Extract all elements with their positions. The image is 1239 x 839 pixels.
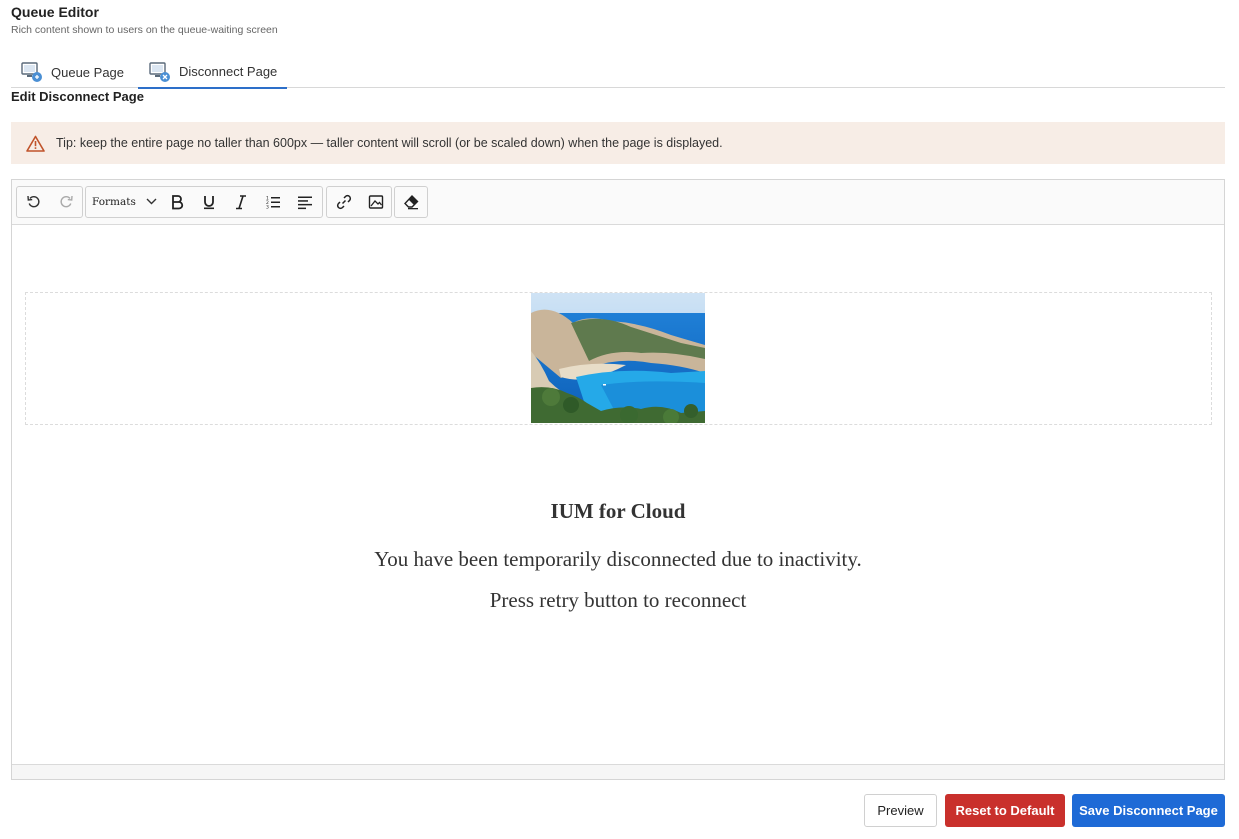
rich-text-editor: Formats 1 2 3 IUM for Cloud You have bee… — [11, 179, 1225, 780]
content-instruction: Press retry button to reconnect — [489, 588, 747, 612]
editor-toolbar: Formats 1 2 3 — [12, 180, 1224, 225]
history-group — [16, 186, 83, 218]
align-left-button[interactable] — [289, 187, 321, 217]
preview-button[interactable]: Preview — [864, 794, 937, 827]
italic-icon — [236, 195, 246, 210]
image-container — [25, 292, 1212, 425]
formats-dropdown[interactable]: Formats — [86, 187, 162, 217]
content-title: IUM for Cloud — [550, 499, 686, 523]
section-title: Edit Disconnect Page — [11, 89, 144, 104]
svg-text:3: 3 — [266, 205, 269, 211]
formats-label: Formats — [92, 196, 136, 208]
undo-icon — [27, 195, 40, 208]
save-disconnect-page-button[interactable]: Save Disconnect Page — [1072, 794, 1225, 827]
clear-format-button[interactable] — [395, 187, 427, 217]
beach-photo[interactable] — [531, 293, 705, 423]
ordered-list-button[interactable]: 1 2 3 — [257, 187, 289, 217]
insert-group — [326, 186, 392, 218]
clear-format-icon — [404, 194, 419, 210]
tip-banner: Tip: keep the entire page no taller than… — [11, 122, 1225, 164]
content-message: You have been temporarily disconnected d… — [374, 547, 862, 571]
chevron-down-icon — [146, 198, 157, 205]
image-icon — [368, 195, 384, 209]
link-icon — [336, 194, 352, 210]
bold-icon — [172, 195, 184, 210]
tab-bar: Queue Page Disconnect Page — [11, 56, 1225, 89]
redo-button[interactable] — [50, 187, 82, 217]
tab-queue-page[interactable]: Queue Page — [21, 56, 124, 88]
monitor-disconnect-icon — [149, 61, 171, 83]
warning-icon — [26, 135, 45, 152]
tab-disconnect-page-label: Disconnect Page — [179, 64, 278, 79]
tab-queue-page-label: Queue Page — [51, 64, 125, 80]
formatting-group: Formats 1 2 3 — [85, 186, 323, 218]
tip-text: Tip: keep the entire page no taller than… — [56, 136, 723, 150]
italic-button[interactable] — [225, 187, 257, 217]
insert-image-button[interactable] — [360, 187, 392, 217]
page-title: Queue Editor — [11, 4, 99, 20]
underline-button[interactable] — [193, 187, 225, 217]
cleanup-group — [394, 186, 428, 218]
bold-button[interactable] — [161, 187, 193, 217]
editor-content-area[interactable]: IUM for Cloud You have been temporarily … — [12, 226, 1224, 765]
underline-icon — [204, 196, 214, 210]
align-left-icon — [298, 196, 312, 210]
redo-icon — [60, 195, 73, 208]
editor-statusbar — [12, 764, 1224, 779]
tab-disconnect-page[interactable]: Disconnect Page — [138, 56, 287, 89]
page-subtitle: Rich content shown to users on the queue… — [11, 24, 278, 36]
ordered-list-icon: 1 2 3 — [266, 196, 280, 211]
link-button[interactable] — [328, 187, 360, 217]
undo-button[interactable] — [18, 187, 50, 217]
reset-to-default-button[interactable]: Reset to Default — [945, 794, 1065, 827]
monitor-queue-icon — [21, 61, 43, 83]
